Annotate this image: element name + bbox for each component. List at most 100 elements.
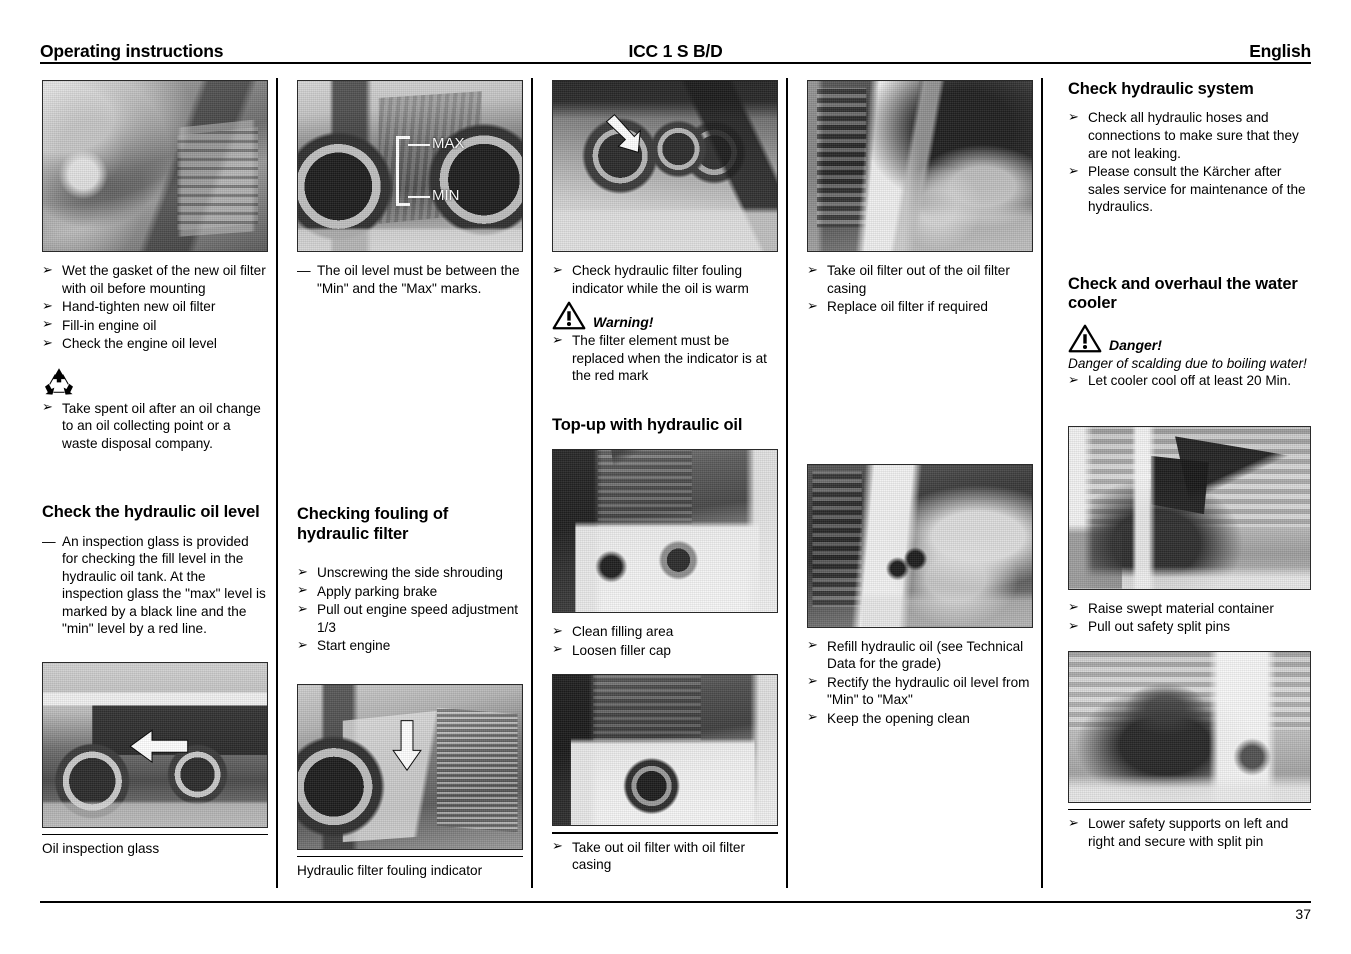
list-item-text: Lower safety supports on left and right … — [1088, 816, 1289, 849]
photo-remove-oil-filter — [807, 80, 1033, 252]
bullet-arrow-icon: ➢ — [297, 636, 308, 652]
callout-arrow-icon — [605, 114, 641, 154]
callout-arrow-icon — [392, 719, 422, 771]
list-item: ➢ Refill hydraulic oil (see Technical Dat… — [807, 637, 1033, 673]
scale-bar — [396, 136, 399, 206]
photo-refill-hydraulic-oil — [807, 463, 1033, 628]
caption-oil-inspection-glass: Oil inspection glass — [42, 841, 160, 857]
list-item-text: Pull out safety split pins — [1088, 619, 1231, 635]
bullet-arrow-icon: ➢ — [1068, 162, 1079, 178]
warning-triangle-icon — [552, 301, 586, 330]
page-number: 37 — [1295, 906, 1311, 922]
bullet-arrow-icon: ➢ — [1068, 371, 1079, 387]
filling-area-steps: ➢ Clean filling area ➢ Loosen filler cap — [552, 623, 778, 659]
bullet-arrow-icon: ➢ — [42, 297, 53, 313]
caption-divider — [1068, 808, 1311, 811]
list-item-text: Unscrewing the side shrouding — [317, 565, 503, 580]
list-item: ➢ Start engine — [297, 637, 523, 655]
bullet-arrow-icon: ➢ — [42, 261, 53, 277]
header-divider — [40, 62, 1311, 64]
list-item: ➢ Check all hydraulic hoses and connectio… — [1068, 109, 1311, 162]
list-item-text: Wet the gasket of the new oil filter wit… — [62, 263, 266, 296]
danger-notice: Danger! — [1068, 324, 1311, 353]
list-item-text: Check hydraulic filter fouling indicator… — [572, 263, 749, 296]
bullet-arrow-icon: ➢ — [42, 316, 53, 332]
heading-check-hydraulic-system: Check hydraulic system — [1068, 80, 1254, 98]
list-item-text: Keep the opening clean — [827, 710, 970, 726]
bullet-arrow-icon: ➢ — [42, 334, 53, 350]
label-min: MIN — [432, 187, 460, 204]
list-item: ➢ Raise swept material container — [1068, 599, 1311, 618]
bullet-arrow-icon: ➢ — [807, 709, 818, 725]
scale-tick-max — [396, 136, 410, 139]
column-5: Check hydraulic system ➢ Check all hydrau… — [1068, 80, 1311, 851]
column-3: ➢ Check hydraulic filter fouling indicato… — [552, 80, 778, 875]
photo-oil-filter-casing — [552, 674, 778, 827]
list-item: ➢ Rectify the hydraulic oil level from "M… — [807, 673, 1033, 709]
oil-level-note: — The oil level must be between the "Min"… — [297, 262, 523, 297]
list-item-text: Check the engine oil level — [62, 336, 217, 352]
bullet-arrow-icon: ➢ — [552, 622, 563, 638]
column-divider-3 — [786, 78, 788, 888]
bullet-arrow-icon: ➢ — [807, 297, 818, 313]
column-divider-4 — [1041, 78, 1043, 888]
inspection-glass-note: — An inspection glass is provided for che… — [42, 533, 268, 638]
list-item-text: Rectify the hydraulic oil level from "Mi… — [827, 674, 1030, 708]
column-1: ➢ Wet the gasket of the new oil filter wi… — [42, 80, 268, 858]
list-item: ➢ Pull out safety split pins — [1068, 618, 1311, 636]
refill-steps: ➢ Refill hydraulic oil (see Technical Dat… — [807, 637, 1033, 728]
photo-lower-safety-supports — [1068, 650, 1311, 803]
warning-label: Warning! — [593, 314, 654, 331]
recycle-icon — [45, 367, 73, 395]
list-item: ➢ Lower safety supports on left and right… — [1068, 815, 1311, 850]
list-item: ➢ The filter element must be replaced whe… — [552, 332, 778, 385]
list-item-text: Replace oil filter if required — [827, 299, 988, 315]
bullet-arrow-icon: ➢ — [42, 399, 53, 415]
bullet-arrow-icon: ➢ — [807, 637, 818, 653]
list-item-text: Start engine — [317, 638, 391, 654]
list-item-text: Pull out engine speed adjustment 1/3 — [317, 602, 519, 635]
spent-oil-disposal: ➢ Take spent oil after an oil change to a… — [42, 399, 268, 453]
list-item-text: Loosen filler cap — [572, 642, 671, 658]
take-out-oil-filter: ➢ Take out oil filter with oil filter cas… — [552, 838, 778, 874]
caption-divider — [297, 855, 523, 858]
bullet-arrow-icon: ➢ — [552, 641, 563, 657]
list-item: ➢ Pull out engine speed adjustment 1/3 — [297, 601, 523, 636]
bullet-arrow-icon: ➢ — [1068, 108, 1079, 124]
caption-divider — [552, 832, 778, 834]
scale-tick-min — [396, 203, 410, 206]
danger-label: Danger! — [1109, 336, 1162, 353]
list-item-text: Check all hydraulic hoses and connection… — [1088, 110, 1299, 161]
list-item-text: Let cooler cool off at least 20 Min. — [1088, 373, 1292, 389]
caption-hydraulic-filter-fouling-indicator: Hydraulic filter fouling indicator — [297, 863, 483, 879]
fouling-check-steps: ➢ Unscrewing the side shrouding ➢ Apply pa… — [297, 564, 523, 655]
dash-marker: — — [42, 533, 56, 549]
heading-check-overhaul-water-cooler: Check and overhaul the water cooler — [1068, 274, 1298, 313]
list-item: ➢ Take oil filter out of the oil filter c… — [807, 262, 1033, 297]
danger-body-text: Danger of scalding due to boiling water! — [1068, 355, 1307, 371]
list-item: ➢ Apply parking brake — [297, 582, 523, 601]
hydraulic-system-checks: ➢ Check all hydraulic hoses and connectio… — [1068, 109, 1311, 215]
list-item: ➢ Check hydraulic filter fouling indicato… — [552, 262, 778, 297]
list-item-text: Raise swept material container — [1088, 600, 1274, 616]
list-item-text: Clean filling area — [572, 624, 674, 640]
bullet-arrow-icon: ➢ — [552, 838, 563, 854]
raise-container-steps: ➢ Raise swept material container ➢ Pull ou… — [1068, 599, 1311, 636]
header-language: English — [1249, 41, 1311, 61]
cooler-cooloff-step: ➢ Let cooler cool off at least 20 Min. — [1068, 372, 1311, 390]
list-item-text: Hand-tighten new oil filter — [62, 299, 216, 315]
heading-check-hydraulic-oil-level: Check the hydraulic oil level — [42, 503, 260, 522]
leader-line-min — [408, 196, 430, 198]
list-item: ➢ Check the engine oil level — [42, 335, 268, 353]
list-item: ➢ Take spent oil after an oil change to a… — [42, 399, 268, 453]
photo-raise-swept-material-container — [1068, 425, 1311, 590]
photo-dipstick-max-min: MAX MIN — [297, 80, 523, 252]
warning-notice: Warning! — [552, 301, 778, 330]
list-item-text: Take out oil filter with oil filter casi… — [572, 839, 746, 873]
list-item: ➢ Let cooler cool off at least 20 Min. — [1068, 372, 1311, 390]
list-item: ➢ Unscrewing the side shrouding — [297, 564, 523, 582]
list-item: ➢ Clean filling area — [552, 623, 778, 641]
filter-element-replacement: ➢ The filter element must be replaced whe… — [552, 332, 778, 385]
callout-arrow-icon — [129, 729, 189, 763]
list-item-text: Take oil filter out of the oil filter ca… — [827, 263, 1010, 296]
